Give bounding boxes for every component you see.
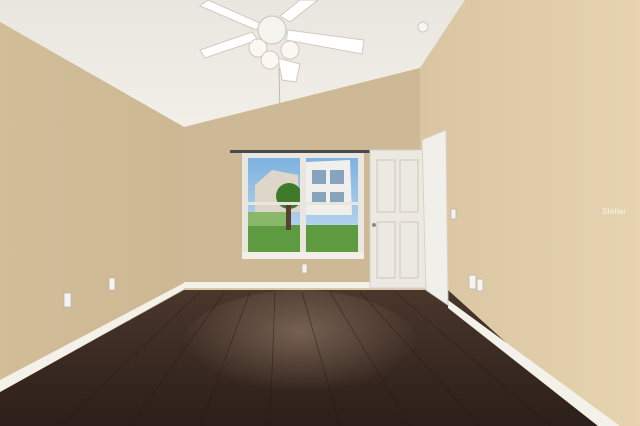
room-photo	[0, 0, 640, 426]
outlet	[301, 263, 308, 274]
outlet	[476, 278, 484, 292]
baseboard-back	[184, 282, 371, 288]
outlet	[468, 274, 477, 290]
outlet	[63, 292, 72, 308]
window	[242, 151, 364, 259]
door-frame	[421, 129, 449, 306]
watermark: Stellar	[602, 207, 627, 216]
room-illustration	[0, 0, 640, 426]
door	[369, 149, 427, 289]
curtain-rod	[230, 150, 370, 153]
smoke-detector	[417, 21, 429, 33]
outlet	[108, 277, 116, 291]
light-switch	[450, 208, 457, 220]
